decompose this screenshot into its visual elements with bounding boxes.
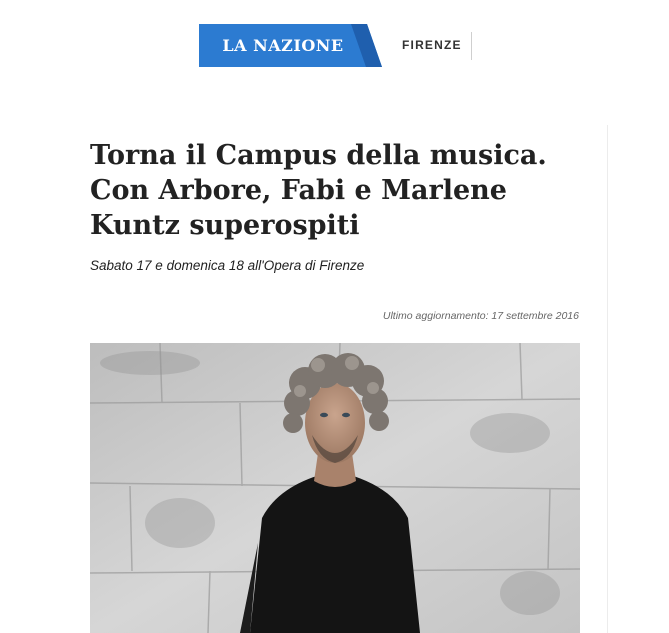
last-updated: Ultimo aggiornamento: 17 settembre 2016 (382, 310, 579, 322)
city-section-link[interactable]: FIRENZE (402, 38, 462, 52)
column-divider (607, 125, 608, 633)
article-photo[interactable] (90, 343, 580, 633)
site-header: LA NAZIONE FIRENZE (0, 0, 669, 80)
article-title: Torna il Campus della musica. Con Arbore… (90, 140, 547, 241)
brand-name: LA NAZIONE (222, 36, 344, 55)
site-logo[interactable]: LA NAZIONE (199, 24, 382, 67)
article-subtitle: Sabato 17 e domenica 18 all'Opera di Fir… (90, 258, 365, 273)
portrait-image (90, 343, 580, 633)
header-divider (471, 32, 472, 60)
